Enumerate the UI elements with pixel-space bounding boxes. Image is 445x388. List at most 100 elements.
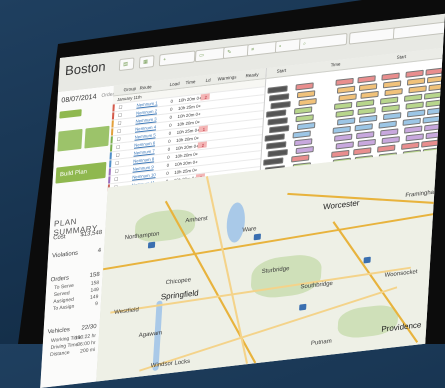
route-load: 0: [166, 170, 169, 176]
add-order-button[interactable]: [57, 128, 83, 152]
town-label: Westfield: [114, 307, 139, 316]
folder-icon: ▭: [198, 52, 205, 59]
route-time: 10h 25m: [177, 104, 196, 111]
timeline-col-2: Time: [330, 61, 341, 68]
toolbar-dropdown-2[interactable]: [392, 21, 445, 40]
highway-shield-icon: [299, 303, 307, 311]
route-time: 10h 20m: [177, 120, 195, 127]
map-view[interactable]: Amherst Ware Worcester Framingham Spring…: [95, 149, 444, 388]
toolbar-search[interactable]: ⌕: [298, 32, 348, 51]
route-time: 10h 25m: [176, 128, 194, 135]
violations-label: Violations: [51, 250, 79, 260]
route-color-chip: [110, 144, 113, 152]
routes-table: Group Route Load Time Ld Warnings Ready …: [107, 68, 266, 193]
row-checkbox[interactable]: ☐: [118, 112, 122, 118]
highway-shield-icon: [147, 241, 156, 249]
row-checkbox[interactable]: ☐: [117, 120, 122, 126]
timeline-col-3: Start: [396, 53, 407, 61]
row-checkbox[interactable]: ☐: [115, 160, 119, 166]
route-time: 10h 20m: [178, 96, 196, 103]
route-load: 0: [169, 106, 173, 112]
town-label: Putnam: [310, 338, 332, 347]
to-serve-value: 158: [90, 279, 100, 287]
timeline-col-1: Start: [276, 67, 287, 74]
date-picker[interactable]: 08/07/2014: [61, 94, 96, 105]
route-time: 10h 20m: [175, 152, 193, 159]
row-checkbox[interactable]: ☐: [116, 136, 121, 142]
toolbar-button-3[interactable]: +: [158, 50, 196, 67]
route-ld: 0+: [195, 119, 201, 125]
toolbar-button-6[interactable]: ≡: [246, 40, 278, 57]
build-plan-button[interactable]: Build Plan: [55, 161, 107, 184]
warning-count: 1: [202, 126, 206, 132]
route-time: 10h 20m: [177, 112, 195, 119]
row-checkbox[interactable]: ☐: [114, 176, 118, 182]
route-ld: 0+: [195, 111, 201, 117]
map-park: [250, 252, 323, 301]
violations-row: Violations 4: [52, 248, 101, 260]
edit-icon: ✎: [226, 49, 232, 56]
col-load[interactable]: Load: [169, 81, 179, 87]
import-button[interactable]: [84, 125, 110, 149]
route-time: 10h 20m: [174, 160, 192, 167]
menu-icon: ▤: [122, 61, 129, 68]
toolbar-dropdown-1[interactable]: [348, 27, 398, 45]
toolbar-button-1[interactable]: ▤: [118, 57, 135, 72]
assigned-value: 149: [89, 293, 99, 301]
route-color-chip: [109, 152, 112, 160]
violations-value: 4: [97, 247, 102, 255]
toolbar-button-4[interactable]: ▭: [194, 46, 226, 63]
town-label: Amherst: [185, 215, 208, 225]
route-load: 0: [169, 114, 173, 120]
route-load: 0: [166, 162, 170, 168]
route-load: 0: [167, 154, 170, 160]
to-assign-value: 9: [94, 300, 99, 308]
col-ld[interactable]: Ld: [205, 77, 210, 83]
grid-icon: ▦: [142, 58, 149, 66]
route-color-chip: [111, 120, 114, 128]
route-time: 10h 20m: [175, 144, 193, 151]
distance-label: Distance: [49, 349, 70, 359]
route-time: 10h 25m: [174, 168, 192, 175]
toolbar-button-5[interactable]: ✎: [222, 44, 250, 60]
served-value: 149: [90, 286, 99, 294]
town-label: Chicopee: [165, 277, 192, 287]
route-ld: 0+: [192, 159, 198, 165]
cost-value: $13,548: [80, 229, 103, 239]
col-group[interactable]: Group: [123, 86, 136, 92]
row-checkbox[interactable]: ☐: [116, 152, 120, 158]
green-action-button[interactable]: [59, 109, 82, 119]
col-time[interactable]: Time: [185, 79, 195, 85]
route-load: 0: [167, 146, 171, 152]
warning-count: 2: [204, 94, 208, 100]
route-load: 0: [168, 130, 172, 136]
tag-icon: ▪: [278, 43, 282, 50]
map-park: [337, 303, 399, 340]
route-color-chip: [108, 176, 111, 184]
cost-label: Cost: [52, 234, 66, 242]
col-ready[interactable]: Ready: [245, 72, 258, 78]
add-icon: +: [162, 56, 167, 64]
highway-shield-icon: [363, 256, 371, 264]
route-ld: 0+: [193, 151, 199, 157]
row-checkbox[interactable]: ☐: [117, 128, 121, 134]
route-ld: 0+: [194, 135, 200, 141]
vehicles-label: Vehicles: [47, 326, 71, 336]
distance-value: 200 mi: [79, 346, 96, 355]
search-icon: ⌕: [302, 40, 307, 47]
to-assign-label: To Assign: [52, 303, 75, 313]
build-plan-label: Build Plan: [59, 169, 88, 179]
route-color-chip: [109, 160, 112, 168]
row-checkbox[interactable]: ☐: [118, 104, 122, 110]
route-ld: 0+: [192, 167, 198, 173]
orders-label: Orders: [50, 275, 70, 284]
town-label: Ware: [242, 226, 257, 234]
col-warnings[interactable]: Warnings: [217, 74, 236, 81]
toolbar-button-7[interactable]: ▪: [274, 38, 302, 54]
row-checkbox[interactable]: ☐: [115, 168, 119, 174]
app-screen: Boston ▤ ▦ + ▭ ✎ ≡ ▪ ⌕ 08/07/2014 Orders…: [40, 13, 445, 388]
row-checkbox[interactable]: ☐: [116, 144, 120, 150]
toolbar-button-2[interactable]: ▦: [138, 55, 155, 69]
col-route[interactable]: Route: [139, 84, 151, 90]
route-color-chip: [108, 168, 111, 176]
